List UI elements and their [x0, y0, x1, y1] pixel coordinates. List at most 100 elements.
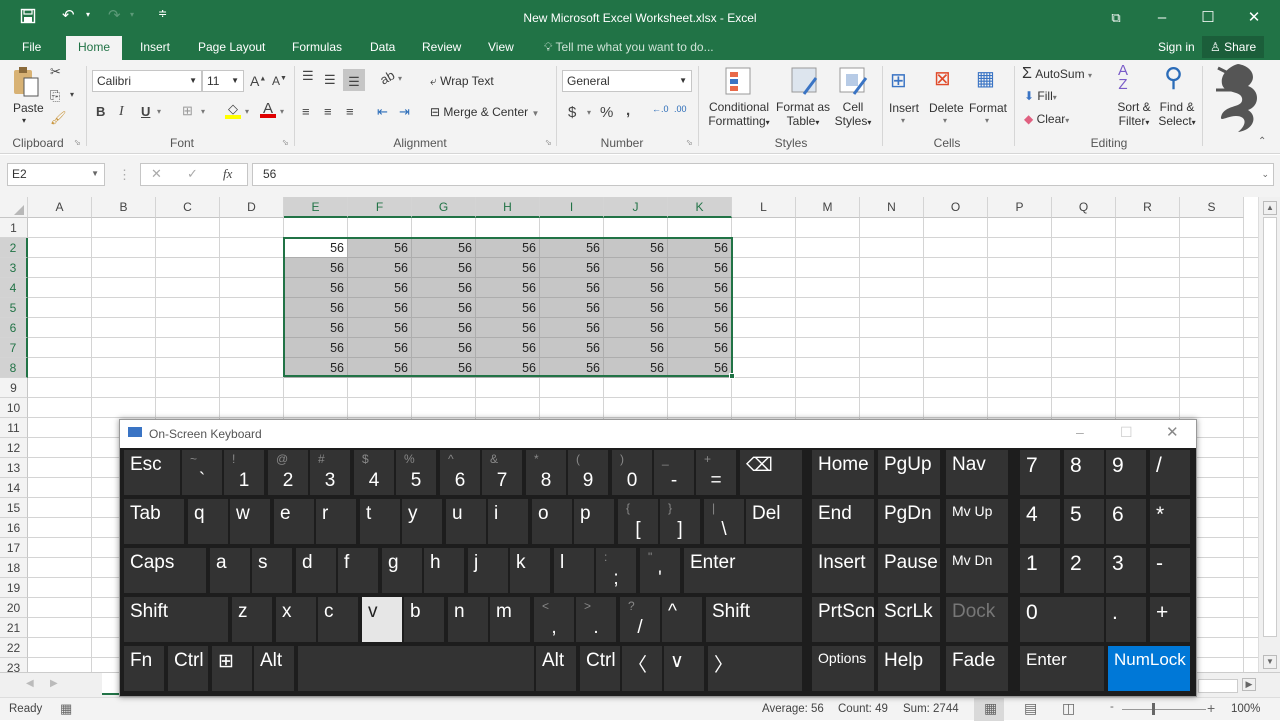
numpad-key-/[interactable]: /: [1150, 450, 1190, 495]
sheet-scroll-left-icon[interactable]: ◀: [26, 678, 34, 689]
cell-k4[interactable]: 56: [668, 278, 732, 298]
column-header-n[interactable]: N: [860, 197, 924, 218]
zoom-slider[interactable]: [1122, 709, 1206, 710]
tab-home[interactable]: Home: [66, 36, 123, 60]
windows-key[interactable]: ⊞: [212, 646, 252, 691]
format-cells-button[interactable]: Format: [969, 101, 1007, 115]
bottom-align-icon[interactable]: ☰: [343, 69, 365, 91]
increase-decimal-icon[interactable]: ←.0: [652, 104, 669, 114]
key-insert[interactable]: Insert: [812, 548, 874, 593]
cut-icon[interactable]: ✂: [50, 64, 61, 80]
row-header-8[interactable]: 8: [0, 358, 28, 378]
key-\[interactable]: | \: [704, 499, 744, 544]
key-nav[interactable]: Nav: [946, 450, 1008, 495]
key-prtscn[interactable]: PrtScn: [812, 597, 874, 642]
scroll-down-icon[interactable]: ▼: [1263, 655, 1277, 669]
key-j[interactable]: j: [468, 548, 508, 593]
key-`[interactable]: ~ `: [182, 450, 222, 495]
key-space[interactable]: [298, 646, 534, 691]
cell-e6[interactable]: 56: [284, 318, 348, 338]
zoom-level[interactable]: 100%: [1231, 703, 1260, 715]
currency-button[interactable]: $: [568, 104, 576, 121]
copy-icon[interactable]: ⎘: [50, 88, 60, 104]
cell-i4[interactable]: 56: [540, 278, 604, 298]
align-center-icon[interactable]: ≡: [324, 104, 332, 119]
key-c[interactable]: c: [318, 597, 358, 642]
cell-f5[interactable]: 56: [348, 298, 412, 318]
row-header-10[interactable]: 10: [0, 398, 28, 418]
middle-align-icon[interactable]: ☰: [324, 72, 336, 88]
key-alt[interactable]: Alt: [536, 646, 576, 691]
row-header-20[interactable]: 20: [0, 598, 28, 618]
column-header-p[interactable]: P: [988, 197, 1052, 218]
backspace-key[interactable]: ⌫: [740, 450, 802, 495]
row-header-4[interactable]: 4: [0, 278, 28, 298]
cell-j6[interactable]: 56: [604, 318, 668, 338]
minimize-button[interactable]: –: [1139, 6, 1185, 30]
key-.[interactable]: >.: [576, 597, 616, 642]
key-ctrl[interactable]: Ctrl: [580, 646, 620, 691]
cell-h5[interactable]: 56: [476, 298, 540, 318]
row-header-18[interactable]: 18: [0, 558, 28, 578]
collapse-ribbon-icon[interactable]: ⌃: [1258, 136, 1266, 147]
zoom-slider-thumb[interactable]: [1152, 703, 1155, 715]
cell-i5[interactable]: 56: [540, 298, 604, 318]
cell-e3[interactable]: 56: [284, 258, 348, 278]
number-launcher-icon[interactable]: ⬂: [686, 138, 693, 147]
column-header-q[interactable]: Q: [1052, 197, 1116, 218]
find-select-button[interactable]: Find & Select▾: [1156, 100, 1198, 128]
key-i[interactable]: i: [488, 499, 528, 544]
key-p[interactable]: p: [574, 499, 614, 544]
currency-dropdown-icon[interactable]: ▾: [587, 108, 591, 117]
numpad-key-1[interactable]: 1: [1020, 548, 1060, 593]
numpad-key-8[interactable]: 8: [1064, 450, 1104, 495]
key-4[interactable]: $4: [354, 450, 394, 495]
column-header-e[interactable]: E: [284, 197, 348, 218]
key-pgup[interactable]: PgUp: [878, 450, 940, 495]
tab-insert[interactable]: Insert: [130, 36, 180, 60]
macro-recording-icon[interactable]: ▦: [60, 701, 72, 717]
column-header-s[interactable]: S: [1180, 197, 1244, 218]
numpad-key-5[interactable]: 5: [1064, 499, 1104, 544]
key-[[interactable]: {[: [618, 499, 658, 544]
cell-h4[interactable]: 56: [476, 278, 540, 298]
column-header-l[interactable]: L: [732, 197, 796, 218]
numpad-key-9[interactable]: 9: [1106, 450, 1146, 495]
osk-minimize-button[interactable]: –: [1076, 424, 1084, 440]
numpad-key-numlock[interactable]: NumLock: [1108, 646, 1190, 691]
cell-f4[interactable]: 56: [348, 278, 412, 298]
numpad-key-*[interactable]: *: [1150, 499, 1190, 544]
numpad-key-0[interactable]: 0: [1020, 597, 1104, 642]
key-x[interactable]: x: [276, 597, 316, 642]
comma-button[interactable]: ,: [626, 102, 630, 119]
key-k[interactable]: k: [510, 548, 550, 593]
key-=[interactable]: + =: [696, 450, 736, 495]
cell-i7[interactable]: 56: [540, 338, 604, 358]
share-button[interactable]: ♙ Share: [1202, 36, 1265, 58]
key-r[interactable]: r: [316, 499, 356, 544]
number-format-select[interactable]: General ▼: [562, 70, 692, 92]
key-mv-dn[interactable]: Mv Dn: [946, 548, 1008, 593]
row-header-22[interactable]: 22: [0, 638, 28, 658]
cell-g6[interactable]: 56: [412, 318, 476, 338]
key-fade[interactable]: Fade: [946, 646, 1008, 691]
cell-h6[interactable]: 56: [476, 318, 540, 338]
select-all-corner[interactable]: [0, 197, 28, 218]
key-end[interactable]: End: [812, 499, 874, 544]
formula-input[interactable]: 56 ⌄: [252, 163, 1274, 186]
delete-dropdown-icon[interactable]: ▾: [943, 116, 947, 125]
key-v[interactable]: v: [362, 597, 402, 642]
cell-g2[interactable]: 56: [412, 238, 476, 258]
cell-k7[interactable]: 56: [668, 338, 732, 358]
up-arrow-key[interactable]: ^: [662, 597, 702, 642]
scroll-up-icon[interactable]: ▲: [1263, 201, 1277, 215]
key-y[interactable]: y: [402, 499, 442, 544]
key-b[interactable]: b: [404, 597, 444, 642]
key-6[interactable]: ^ 6: [440, 450, 480, 495]
column-header-j[interactable]: J: [604, 197, 668, 218]
autosum-button[interactable]: Σ AutoSum ▾: [1022, 65, 1092, 83]
key-q[interactable]: q: [188, 499, 228, 544]
key-;[interactable]: :;: [596, 548, 636, 593]
key-][interactable]: }]: [660, 499, 700, 544]
decrease-indent-icon[interactable]: ⇤: [377, 104, 388, 120]
